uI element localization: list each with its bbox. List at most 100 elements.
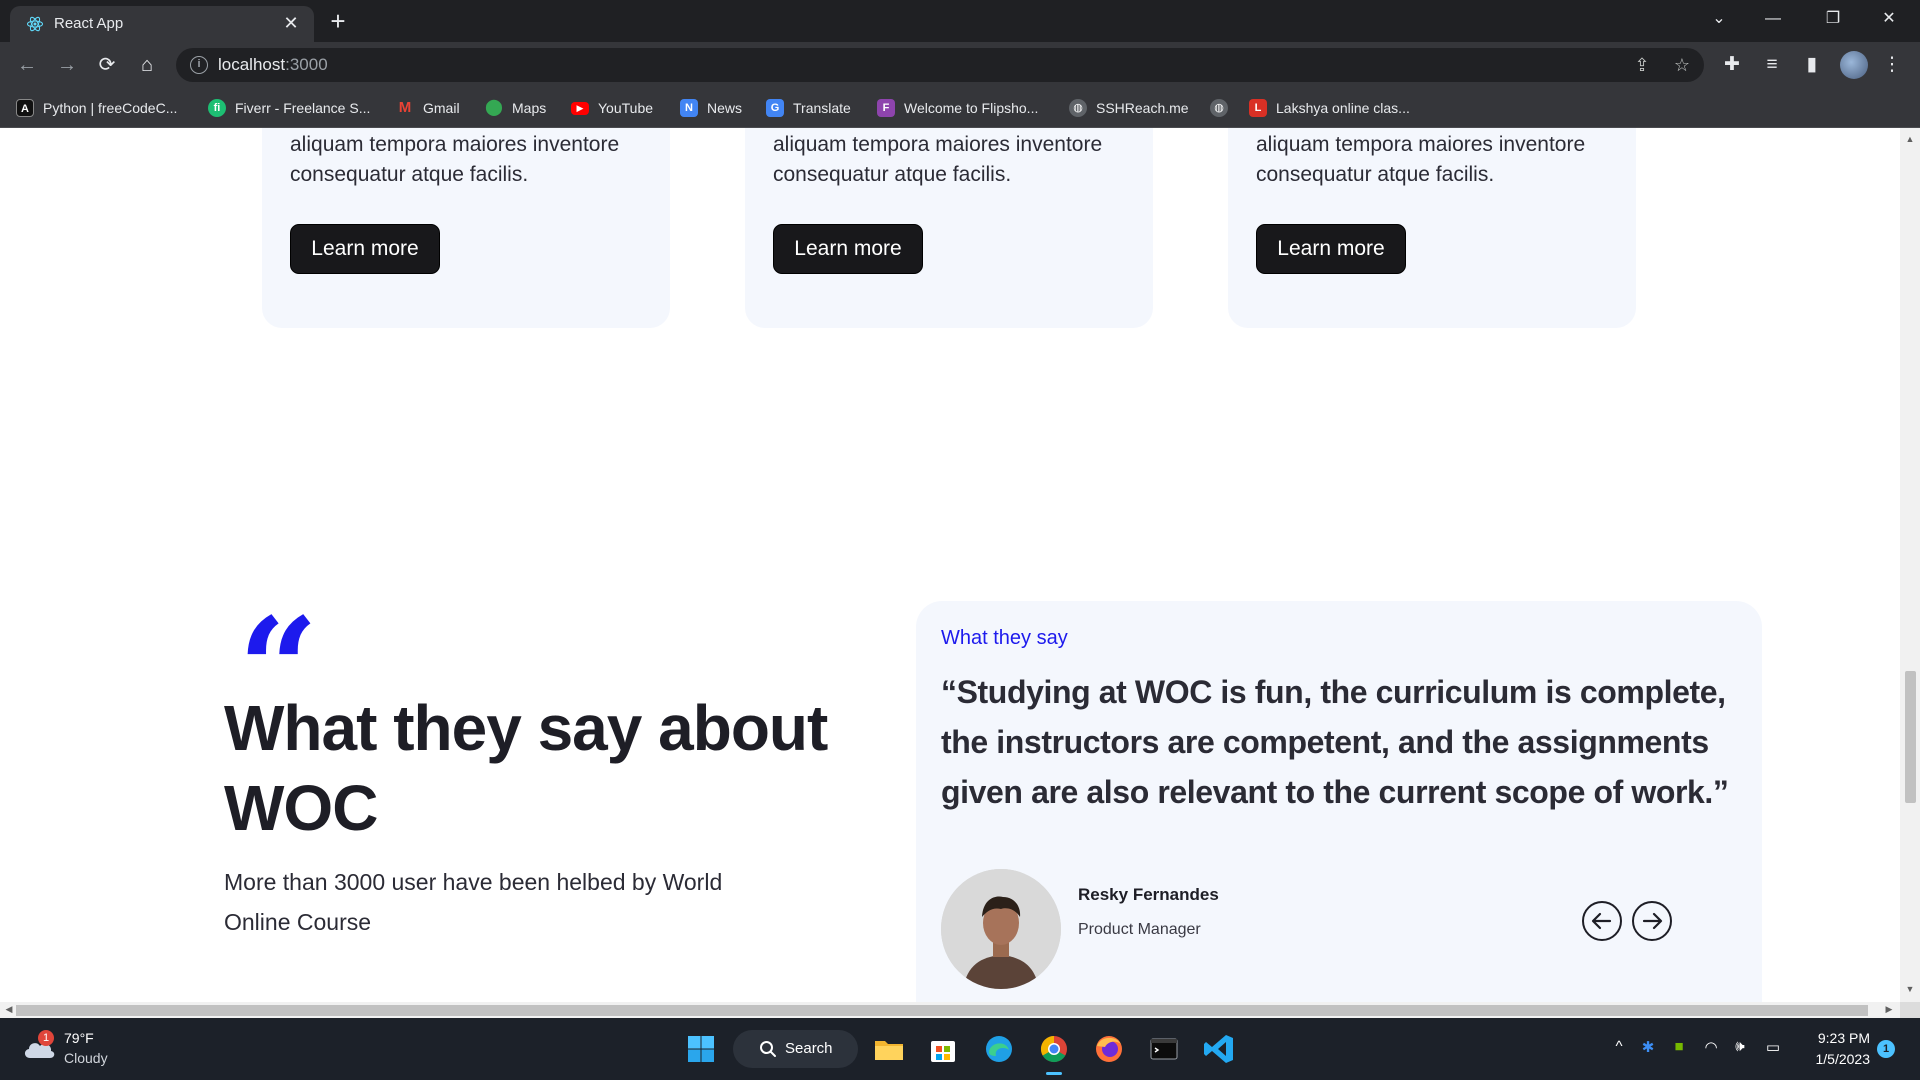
bluetooth-icon[interactable]: ✱ xyxy=(1637,1038,1659,1056)
wifi-icon[interactable]: ◠ xyxy=(1700,1038,1722,1056)
bookmark-label: Fiverr - Freelance S... xyxy=(235,100,371,116)
close-window-button[interactable]: ✕ xyxy=(1862,0,1916,42)
learn-more-button[interactable]: Learn more xyxy=(1256,224,1406,274)
scroll-right-icon[interactable]: ▶ xyxy=(1883,1004,1895,1016)
scroll-left-icon[interactable]: ◀ xyxy=(3,1004,15,1016)
back-button[interactable]: ← xyxy=(12,50,42,80)
reload-button[interactable]: ⟳ xyxy=(92,50,122,80)
bookmark-flipshope[interactable]: F Welcome to Flipsho... xyxy=(877,98,1038,118)
vertical-scroll-thumb[interactable] xyxy=(1905,671,1916,803)
bookmark-label: SSHReach.me xyxy=(1096,100,1189,116)
notification-badge[interactable]: 1 xyxy=(1877,1040,1895,1058)
flipshope-icon: F xyxy=(877,99,895,117)
horizontal-scroll-thumb[interactable] xyxy=(16,1005,1868,1016)
arrow-right-icon xyxy=(1642,912,1663,930)
testimonial-card: What they say “Studying at WOC is fun, t… xyxy=(916,601,1762,1002)
show-hidden-icons-chevron-icon[interactable]: ^ xyxy=(1608,1038,1630,1055)
bookmark-untitled[interactable]: ◍ xyxy=(1210,98,1237,118)
restore-button[interactable]: ❐ xyxy=(1806,0,1860,42)
bookmark-label: News xyxy=(707,100,743,116)
clock-date: 1/5/2023 xyxy=(1815,1051,1871,1067)
avatar xyxy=(941,869,1061,989)
bookmark-label: Python | freeCodeC... xyxy=(43,100,178,116)
terminal-button[interactable] xyxy=(1145,1030,1183,1068)
home-button[interactable]: ⌂ xyxy=(132,50,162,80)
globe-icon: ◍ xyxy=(1210,99,1228,117)
volume-icon[interactable]: 🕪 xyxy=(1729,1038,1751,1055)
bookmark-sshreach[interactable]: ◍ SSHReach.me xyxy=(1069,98,1189,118)
side-panel-icon[interactable]: ▮ xyxy=(1798,51,1826,79)
site-info-icon[interactable]: i xyxy=(190,56,208,74)
vertical-scrollbar[interactable]: ▲ ▼ xyxy=(1900,128,1920,1002)
firefox-icon xyxy=(1096,1036,1122,1062)
media-control-icon[interactable]: ≡ xyxy=(1758,51,1786,79)
taskbar-search[interactable]: Search xyxy=(733,1030,858,1068)
browser-tab[interactable]: React App ✕ xyxy=(10,6,314,42)
learn-more-button[interactable]: Learn more xyxy=(773,224,923,274)
search-label: Search xyxy=(785,1040,833,1057)
bookmark-label: YouTube xyxy=(598,100,654,116)
learn-more-button[interactable]: Learn more xyxy=(290,224,440,274)
bookmark-label: Maps xyxy=(512,100,547,116)
edge-icon xyxy=(986,1036,1012,1062)
bookmark-freecodecamp[interactable]: A Python | freeCodeC... xyxy=(16,98,177,118)
folder-icon xyxy=(875,1041,903,1060)
weather-description: Cloudy xyxy=(64,1050,108,1066)
tab-search-icon[interactable]: ⌄ xyxy=(1692,0,1746,42)
share-icon[interactable]: ⇪ xyxy=(1630,54,1654,78)
bookmark-news[interactable]: N News xyxy=(680,98,742,118)
firefox-button[interactable] xyxy=(1090,1030,1128,1068)
scroll-up-icon[interactable]: ▲ xyxy=(1904,134,1916,146)
testimonial-label: What they say xyxy=(941,627,1068,649)
file-explorer-button[interactable] xyxy=(870,1030,908,1068)
card-description: aliquam tempora maiores inventore conseq… xyxy=(290,133,620,186)
next-testimonial-button[interactable] xyxy=(1632,901,1672,941)
extensions-icon[interactable]: ✚ xyxy=(1718,51,1746,79)
nvidia-icon[interactable]: ■ xyxy=(1668,1038,1690,1055)
bookmark-fiverr[interactable]: fi Fiverr - Freelance S... xyxy=(208,98,370,118)
start-button[interactable] xyxy=(682,1030,720,1068)
arrow-left-icon xyxy=(1591,912,1612,930)
vscode-button[interactable] xyxy=(1200,1030,1238,1068)
chrome-icon xyxy=(1040,1035,1067,1063)
chrome-button[interactable] xyxy=(1035,1030,1073,1075)
vscode-icon xyxy=(1204,1035,1233,1063)
forward-button[interactable]: → xyxy=(52,50,82,80)
page-viewport: aliquam tempora maiores inventore conseq… xyxy=(0,128,1900,1002)
minimize-button[interactable]: — xyxy=(1746,0,1800,42)
profile-avatar[interactable] xyxy=(1840,51,1868,79)
microsoft-store-button[interactable] xyxy=(924,1030,962,1068)
reviewer-name: Resky Fernandes xyxy=(1078,885,1219,904)
address-bar[interactable]: i localhost:3000 ⇪ ☆ xyxy=(176,48,1704,82)
card-description: aliquam tempora maiores inventore conseq… xyxy=(1256,133,1586,186)
freecodecamp-icon: A xyxy=(16,99,34,117)
lakshya-icon: L xyxy=(1249,99,1267,117)
youtube-icon: ▶ xyxy=(571,101,589,115)
terminal-icon xyxy=(1150,1038,1178,1060)
battery-icon[interactable]: ▭ xyxy=(1762,1038,1784,1056)
bookmark-gmail[interactable]: M Gmail xyxy=(396,98,460,118)
menu-icon[interactable]: ⋮ xyxy=(1878,51,1906,79)
browser-toolbar: ← → ⟳ ⌂ i localhost:3000 ⇪ ☆ ✚ ≡ ▮ ⋮ xyxy=(0,42,1920,88)
previous-testimonial-button[interactable] xyxy=(1582,901,1622,941)
news-icon: N xyxy=(680,99,698,117)
bookmark-label: Welcome to Flipsho... xyxy=(904,100,1039,116)
bookmark-maps[interactable]: ⬤ Maps xyxy=(485,98,546,118)
bookmark-youtube[interactable]: ▶ YouTube xyxy=(571,98,653,118)
scroll-down-icon[interactable]: ▼ xyxy=(1904,984,1916,996)
address-text[interactable]: localhost:3000 xyxy=(218,55,328,75)
store-icon xyxy=(931,1041,955,1062)
search-icon xyxy=(760,1041,776,1057)
feature-card: aliquam tempora maiores inventore conseq… xyxy=(1228,128,1636,328)
bookmark-translate[interactable]: G Translate xyxy=(766,98,851,118)
new-tab-button[interactable]: + xyxy=(324,8,352,36)
maps-icon: ⬤ xyxy=(485,99,503,116)
horizontal-scrollbar[interactable]: ◀ ▶ xyxy=(0,1002,1900,1018)
bookmark-label: Lakshya online clas... xyxy=(1276,100,1410,116)
tab-close-icon[interactable]: ✕ xyxy=(280,12,302,34)
bookmark-lakshya[interactable]: L Lakshya online clas... xyxy=(1249,98,1410,118)
bookmark-star-icon[interactable]: ☆ xyxy=(1670,54,1694,78)
feature-card: aliquam tempora maiores inventore conseq… xyxy=(262,128,670,328)
weather-alert-badge: 1 xyxy=(38,1030,54,1046)
edge-button[interactable] xyxy=(980,1030,1018,1068)
